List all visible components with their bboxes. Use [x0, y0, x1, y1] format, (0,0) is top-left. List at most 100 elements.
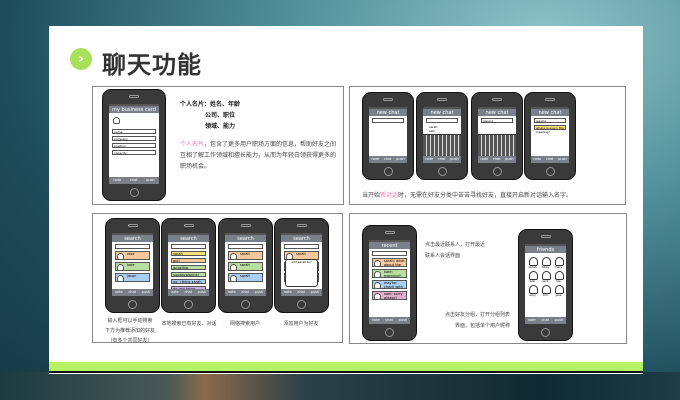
- tab-push[interactable]: push: [558, 156, 566, 163]
- friend-item[interactable]: bob: [527, 271, 538, 283]
- friend-item[interactable]: jess: [553, 285, 564, 297]
- tab-chat[interactable]: chat: [297, 289, 305, 296]
- keyboard[interactable]: [478, 134, 516, 156]
- list-item[interactable]: angelina: [171, 265, 206, 270]
- home-button-icon[interactable]: [383, 167, 393, 176]
- search-input[interactable]: [228, 244, 263, 249]
- tab-chat[interactable]: chat: [438, 156, 446, 163]
- list-item[interactable]: sarah: [171, 251, 206, 256]
- phone-mockup: recent sarah: what about the plan? kate: m…: [362, 225, 417, 341]
- avatar-icon: [230, 275, 237, 281]
- list-item[interactable]: ann: [171, 258, 206, 263]
- friend-item[interactable]: mary: [553, 257, 564, 269]
- list-item[interactable]: rose: [115, 251, 150, 260]
- list-item[interactable]: sarah: what about the plan?: [372, 258, 407, 267]
- search-input[interactable]: [372, 251, 407, 256]
- tab-push[interactable]: push: [146, 177, 154, 184]
- friend-item[interactable]: jack: [540, 271, 551, 283]
- list-item-text: rose: [127, 252, 135, 256]
- tab-push[interactable]: push: [255, 289, 263, 296]
- friend-item[interactable]: sarah: [527, 257, 538, 269]
- tab-note[interactable]: note: [284, 289, 292, 296]
- card-field[interactable]: company: [112, 136, 156, 141]
- friend-item[interactable]: lee: [553, 271, 564, 283]
- tab-push[interactable]: push: [399, 317, 407, 324]
- tab-note[interactable]: note: [372, 317, 380, 324]
- tab-note[interactable]: note: [228, 289, 236, 296]
- home-button-icon[interactable]: [128, 300, 137, 309]
- friends-caption: 点击好友分组，打开分组列表界面，包括单个用户昵称: [445, 312, 511, 329]
- list-item[interactable]: sarah: [228, 251, 263, 260]
- list-item[interactable]: jason: [115, 273, 150, 282]
- tab-chat[interactable]: chat: [541, 317, 549, 324]
- tab-note[interactable]: note: [533, 156, 541, 163]
- phone-mockup: new chat jessica where is every the meetin…: [524, 92, 576, 180]
- list-item[interactable]: sarah: [228, 262, 263, 271]
- tab-note[interactable]: note: [171, 289, 179, 296]
- tab-chat[interactable]: chat: [130, 177, 138, 184]
- list-item[interactable]: sam: sorry please!: [372, 291, 407, 300]
- tab-chat[interactable]: chat: [128, 289, 136, 296]
- tab-push[interactable]: push: [198, 289, 206, 296]
- tab-chat[interactable]: chat: [184, 289, 192, 296]
- tab-note[interactable]: note: [371, 156, 379, 163]
- home-button-icon[interactable]: [541, 328, 550, 337]
- tab-chat[interactable]: chat: [241, 289, 249, 296]
- home-button-icon[interactable]: [129, 188, 139, 197]
- speaker-icon: [540, 235, 551, 238]
- list-item[interactable]: no, I think sarah will go: [171, 279, 206, 284]
- card-field[interactable]: position: [112, 143, 156, 148]
- tab-push[interactable]: push: [396, 156, 404, 163]
- avatar-icon: [230, 264, 237, 270]
- add-dialog[interactable]: add sarah to?: [285, 259, 318, 287]
- tab-note[interactable]: note: [528, 317, 536, 324]
- footer-bar: [49, 362, 643, 373]
- phone-screen: search rose kate jason note chat push: [112, 233, 153, 296]
- screen-title: my business card: [109, 104, 159, 113]
- tab-push[interactable]: push: [555, 317, 563, 324]
- list-item[interactable]: kate: morning!!: [372, 269, 407, 278]
- list-item-text: ann: [173, 259, 180, 263]
- friend-item[interactable]: daisy: [540, 257, 551, 269]
- friend-item[interactable]: amy: [527, 285, 538, 297]
- tab-note[interactable]: note: [480, 156, 488, 163]
- tab-note[interactable]: note: [425, 156, 433, 163]
- list-item[interactable]: sarah: [228, 273, 263, 282]
- search-input[interactable]: [115, 244, 150, 249]
- home-button-icon[interactable]: [437, 167, 447, 176]
- list-item[interactable]: maybe: check with it?: [372, 280, 407, 289]
- home-button-icon[interactable]: [545, 167, 555, 176]
- description-text: 当开始: [362, 192, 381, 199]
- tab-note[interactable]: note: [113, 177, 121, 184]
- tab-push[interactable]: push: [311, 289, 319, 296]
- avatar-icon: [117, 253, 124, 259]
- friend-item[interactable]: tim: [540, 285, 551, 297]
- phone-mockup: my business card name company position capac…: [102, 89, 166, 201]
- tab-chat[interactable]: chat: [546, 156, 554, 163]
- home-button-icon[interactable]: [385, 328, 394, 337]
- tab-push[interactable]: push: [505, 156, 513, 163]
- list-item-text: angelina: [173, 266, 189, 270]
- to-field[interactable]: jessica: [534, 118, 566, 123]
- to-field[interactable]: [426, 118, 458, 123]
- to-field[interactable]: jessica: [481, 118, 513, 123]
- tab-push[interactable]: push: [142, 289, 150, 296]
- tab-chat[interactable]: chat: [493, 156, 501, 163]
- tab-note[interactable]: note: [115, 289, 123, 296]
- tab-chat[interactable]: chat: [384, 156, 392, 163]
- card-field[interactable]: capacity: [112, 150, 156, 155]
- list-item[interactable]: sundayplanner: [171, 272, 206, 277]
- search-input[interactable]: [284, 244, 319, 249]
- home-button-icon[interactable]: [241, 300, 250, 309]
- to-field[interactable]: [372, 118, 404, 123]
- home-button-icon[interactable]: [492, 167, 502, 176]
- keyboard[interactable]: [423, 134, 461, 156]
- home-button-icon[interactable]: [184, 300, 193, 309]
- tab-chat[interactable]: chat: [385, 317, 393, 324]
- card-field[interactable]: name: [112, 129, 156, 134]
- search-input[interactable]: [171, 244, 206, 249]
- home-button-icon[interactable]: [297, 300, 306, 309]
- phone-screen: search sarah ann angelina sundayplanner no, I…: [168, 233, 209, 296]
- tab-push[interactable]: push: [450, 156, 458, 163]
- list-item[interactable]: kate: [115, 262, 150, 271]
